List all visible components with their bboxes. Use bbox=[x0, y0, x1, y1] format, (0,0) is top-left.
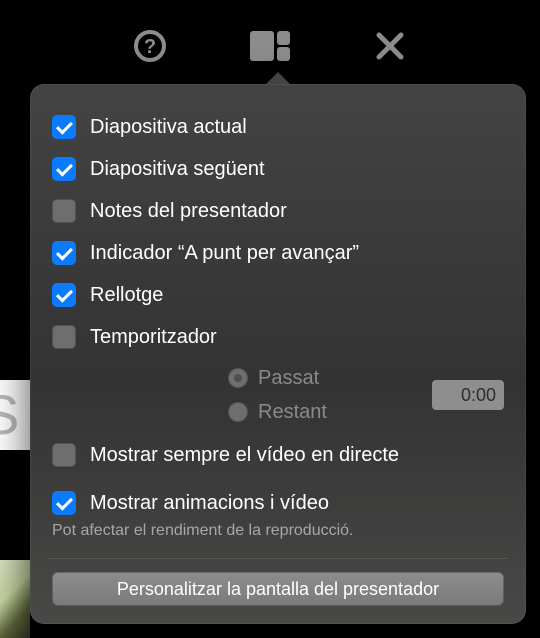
presenter-toolbar: ? bbox=[0, 24, 540, 68]
option-timer[interactable]: Temporitzador bbox=[52, 316, 504, 358]
help-icon: ? bbox=[133, 29, 167, 63]
checkbox-live-video[interactable] bbox=[52, 443, 76, 467]
label-current-slide: Diapositiva actual bbox=[90, 116, 247, 139]
radio-remaining[interactable] bbox=[228, 402, 248, 422]
option-live-video[interactable]: Mostrar sempre el vídeo en directe bbox=[52, 434, 504, 476]
label-animations: Mostrar animacions i vídeo bbox=[90, 492, 329, 515]
label-live-video: Mostrar sempre el vídeo en directe bbox=[90, 444, 399, 467]
close-button[interactable] bbox=[360, 24, 420, 68]
label-timer: Temporitzador bbox=[90, 326, 217, 349]
layout-button[interactable] bbox=[240, 24, 300, 68]
checkbox-clock[interactable] bbox=[52, 283, 76, 307]
option-animations[interactable]: Mostrar animacions i vídeo bbox=[52, 482, 504, 524]
layout-icon bbox=[250, 31, 290, 61]
divider bbox=[48, 558, 508, 559]
checkbox-animations[interactable] bbox=[52, 491, 76, 515]
option-current-slide[interactable]: Diapositiva actual bbox=[52, 106, 504, 148]
checkbox-ready-indicator[interactable] bbox=[52, 241, 76, 265]
option-ready-indicator[interactable]: Indicador “A punt per avançar” bbox=[52, 232, 504, 274]
svg-text:?: ? bbox=[144, 36, 156, 58]
label-next-slide: Diapositiva següent bbox=[90, 158, 265, 181]
label-elapsed: Passat bbox=[258, 367, 319, 390]
background-slide-fragment: S bbox=[0, 380, 30, 450]
background-slide-thumbnail bbox=[0, 560, 30, 638]
checkbox-current-slide[interactable] bbox=[52, 115, 76, 139]
help-button[interactable]: ? bbox=[120, 24, 180, 68]
label-ready-indicator: Indicador “A punt per avançar” bbox=[90, 242, 359, 265]
label-presenter-notes: Notes del presentador bbox=[90, 200, 287, 223]
presenter-display-popover: Diapositiva actual Diapositiva següent N… bbox=[30, 84, 526, 624]
label-clock: Rellotge bbox=[90, 284, 163, 307]
option-next-slide[interactable]: Diapositiva següent bbox=[52, 148, 504, 190]
close-icon bbox=[375, 31, 405, 61]
customize-button-label: Personalitzar la pantalla del presentado… bbox=[117, 579, 439, 600]
timer-value: 0:00 bbox=[461, 385, 496, 406]
label-remaining: Restant bbox=[258, 401, 327, 424]
checkbox-next-slide[interactable] bbox=[52, 157, 76, 181]
option-presenter-notes[interactable]: Notes del presentador bbox=[52, 190, 504, 232]
checkbox-presenter-notes[interactable] bbox=[52, 199, 76, 223]
checkbox-timer[interactable] bbox=[52, 325, 76, 349]
animations-note: Pot afectar el rendiment de la reproducc… bbox=[52, 522, 504, 540]
option-clock[interactable]: Rellotge bbox=[52, 274, 504, 316]
radio-elapsed[interactable] bbox=[228, 368, 248, 388]
customize-presenter-display-button[interactable]: Personalitzar la pantalla del presentado… bbox=[52, 572, 504, 606]
timer-value-field[interactable]: 0:00 bbox=[432, 380, 504, 410]
